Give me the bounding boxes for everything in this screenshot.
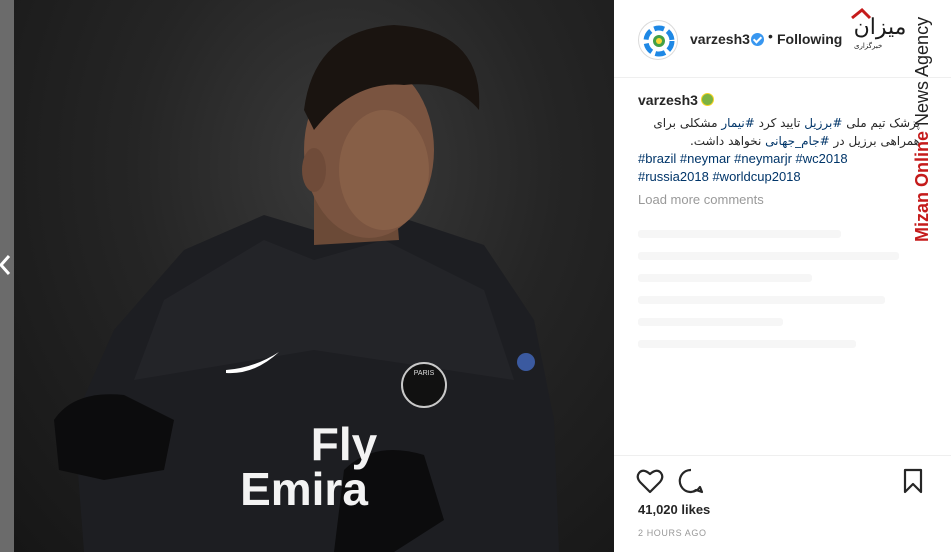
football-emoji-icon — [700, 93, 714, 106]
shirt-sponsor-line-2: Emira — [240, 463, 368, 515]
chevron-left-icon[interactable] — [0, 250, 14, 280]
verified-icon — [751, 33, 764, 46]
hashtag-link[interactable]: #neymarjr — [734, 151, 792, 166]
hashtag-link[interactable]: #برزیل — [804, 116, 842, 130]
hashtag-link[interactable]: #wc2018 — [796, 151, 848, 166]
caption-text: پزشک تیم ملی #برزیل تایید کرد #نیمار مشک… — [653, 116, 920, 148]
caption: varzesh3 پزشک تیم ملی #برزیل تایید کرد #… — [638, 92, 920, 186]
player-illustration: PARIS Fly Emira — [54, 25, 559, 552]
comment-icon[interactable] — [678, 468, 704, 494]
avatar[interactable] — [638, 20, 678, 60]
hashtag-link[interactable]: #نیمار — [721, 116, 754, 130]
mizan-vertical-watermark: Mizan Online News Agency — [912, 16, 932, 242]
likes-count[interactable]: 41,020 likes — [638, 502, 710, 517]
caption-username[interactable]: varzesh3 — [638, 92, 698, 108]
following-button[interactable]: Following — [777, 31, 842, 47]
hashtag-link[interactable]: #neymar — [680, 151, 731, 166]
hashtag-link[interactable]: #brazil — [638, 151, 676, 166]
post-timestamp: 2 HOURS AGO — [638, 528, 707, 538]
load-more-comments-button[interactable]: Load more comments — [638, 192, 764, 207]
instagram-post-viewer: PARIS Fly Emira varzesh3 • Following var… — [0, 0, 951, 552]
username-link[interactable]: varzesh3 — [690, 31, 750, 47]
faded-comments-area — [638, 230, 928, 450]
psg-badge-text: PARIS — [414, 370, 435, 377]
mizan-subtitle: خبرگزاری — [854, 42, 883, 50]
action-bar: 41,020 likes 2 HOURS AGO — [614, 455, 951, 552]
separator-dot: • — [768, 28, 773, 44]
hashtag-list: #brazil #neymar #neymarjr #wc2018 #russi… — [638, 150, 920, 186]
hashtag-link[interactable]: #جام_جهانی — [765, 134, 830, 148]
bookmark-icon[interactable] — [902, 468, 924, 494]
heart-icon[interactable] — [636, 468, 664, 494]
hashtag-link[interactable]: #russia2018 — [638, 169, 709, 184]
svg-text:میزان: میزان — [854, 15, 907, 40]
hashtag-link[interactable]: #worldcup2018 — [712, 169, 800, 184]
post-sidebar: varzesh3 • Following varzesh3 پزشک تیم م… — [614, 0, 951, 552]
post-photo[interactable]: PARIS Fly Emira — [14, 0, 614, 552]
